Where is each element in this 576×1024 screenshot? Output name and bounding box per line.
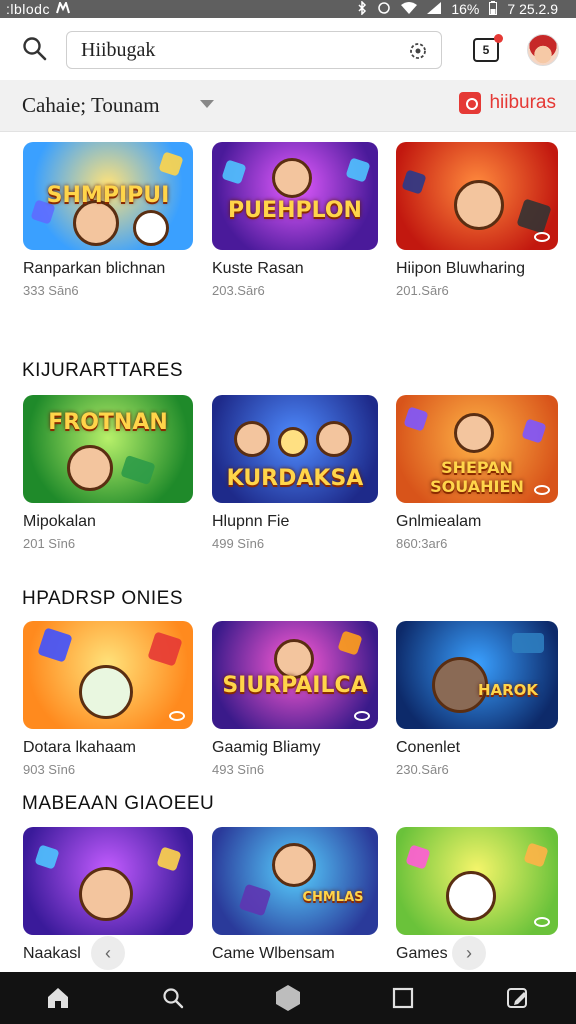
game-meta: 499 Sīn6 xyxy=(212,536,265,551)
filter-action-label: hiiburas xyxy=(489,92,556,113)
chevron-left-icon: ‹ xyxy=(105,942,111,963)
home-icon[interactable] xyxy=(38,978,78,1018)
notification-button[interactable]: 5 xyxy=(473,34,503,62)
game-meta: 903 Sīn6 xyxy=(23,762,76,777)
game-card[interactable]: SHEPAN SOUAHIEN Gnlmiealam 860:3ar6 xyxy=(396,395,558,551)
game-art-title: FROTNAN xyxy=(48,410,168,436)
game-art-title: PUEHPLON xyxy=(228,198,362,224)
game-name: Mipokalan xyxy=(23,513,96,530)
game-name: Hlupnn Fie xyxy=(212,513,290,530)
search-input[interactable]: Hiibugak xyxy=(66,31,442,69)
game-art-title: CHMLAS xyxy=(302,889,364,905)
carousel-next-button[interactable]: › xyxy=(452,936,486,970)
eye-icon xyxy=(534,485,550,495)
game-meta: 230.Sār6 xyxy=(396,762,449,777)
game-card[interactable]: CHMLAS Came Wlbensam xyxy=(212,827,378,968)
filter-bar: Cahaie; Tounam hiiburas xyxy=(0,80,576,132)
game-thumbnail[interactable]: PUEHPLON xyxy=(212,142,378,250)
carrier-icon xyxy=(56,0,70,16)
game-name: Hiipon Bluwharing xyxy=(396,260,525,277)
game-thumbnail[interactable]: FROTNAN xyxy=(23,395,193,503)
section-title: KIJURARTTARES xyxy=(22,360,183,381)
game-thumbnail[interactable]: HAROK xyxy=(396,621,558,729)
game-meta: 860:3ar6 xyxy=(396,536,448,551)
search-nav-icon[interactable] xyxy=(153,978,193,1018)
game-card[interactable]: KURDAKSA Hlupnn Fie 499 Sīn6 xyxy=(212,395,378,551)
game-art-title: KURDAKSA xyxy=(226,466,364,492)
game-thumbnail[interactable] xyxy=(23,827,193,935)
section-title: HPADRSP ONIES xyxy=(22,588,184,609)
game-card[interactable]: SHMPIPUI Ranparkan blichnan 333 Sān6 xyxy=(23,142,193,298)
game-name: Gaamig Bliamy xyxy=(212,739,321,756)
game-meta: 203.Sār6 xyxy=(212,283,265,298)
game-name: Came Wlbensam xyxy=(212,945,335,962)
game-art-title: SIURPAILCA xyxy=(222,672,368,698)
notification-dot xyxy=(494,34,503,43)
status-left-text: :lblodc xyxy=(6,1,50,17)
game-grid: SHMPIPUI Ranparkan blichnan 333 Sān6 PUE… xyxy=(0,132,576,972)
eye-icon xyxy=(534,232,550,242)
sparkle-settings-icon[interactable] xyxy=(407,40,429,62)
game-thumbnail[interactable]: SHEPAN SOUAHIEN xyxy=(396,395,558,503)
game-thumbnail[interactable]: SIURPAILCA xyxy=(212,621,378,729)
avatar[interactable] xyxy=(527,34,559,66)
chevron-down-icon[interactable] xyxy=(200,100,214,108)
game-meta: 333 Sān6 xyxy=(23,283,79,298)
search-icon[interactable] xyxy=(22,36,48,62)
battery-icon xyxy=(489,1,498,17)
game-thumbnail[interactable] xyxy=(23,621,193,729)
game-name: Dotara lkahaam xyxy=(23,739,136,756)
game-art-title: HAROK xyxy=(477,681,539,700)
game-name: Conenlet xyxy=(396,739,461,756)
filter-action-button[interactable]: hiiburas xyxy=(459,92,556,114)
filter-dropdown-label[interactable]: Cahaie; Tounam xyxy=(22,93,160,118)
chevron-right-icon: › xyxy=(466,942,472,963)
bottom-navigation xyxy=(0,972,576,1024)
square-icon[interactable] xyxy=(383,978,423,1018)
battery-percent: 16% xyxy=(451,1,480,17)
game-card[interactable]: Dotara lkahaam 903 Sīn6 xyxy=(23,621,193,777)
game-thumbnail[interactable]: KURDAKSA xyxy=(212,395,378,503)
top-app-bar: Hiibugak 5 xyxy=(0,18,576,80)
game-card[interactable]: SIURPAILCA Gaamig Bliamy 493 Sīn6 xyxy=(212,621,378,777)
game-card[interactable]: FROTNAN Mipokalan 201 Sīn6 xyxy=(23,395,193,551)
wifi-icon xyxy=(401,2,418,16)
section-title: MABEAAN GIAOEEU xyxy=(22,793,215,814)
game-art-title: SHMPIPUI xyxy=(46,183,170,209)
status-time: 7 25.2.9 xyxy=(507,1,558,17)
hexagon-icon[interactable] xyxy=(268,978,308,1018)
edit-icon[interactable] xyxy=(498,978,538,1018)
carousel-prev-button[interactable]: ‹ xyxy=(91,936,125,970)
game-card[interactable]: PUEHPLON Kuste Rasan 203.Sār6 xyxy=(212,142,378,298)
game-name: Ranparkan blichnan xyxy=(23,260,166,277)
game-card[interactable]: Hiipon Bluwharing 201.Sār6 xyxy=(396,142,558,298)
bluetooth-icon xyxy=(357,0,367,17)
game-thumbnail[interactable] xyxy=(396,827,558,935)
search-input-value: Hiibugak xyxy=(81,38,156,61)
game-name: Kuste Rasan xyxy=(212,260,304,277)
notification-count: 5 xyxy=(482,43,490,57)
game-art-title: SHEPAN SOUAHIEN xyxy=(430,457,524,496)
record-icon xyxy=(459,92,482,114)
eye-icon xyxy=(354,711,370,721)
status-bar: :lblodc 16% 7 25.2.9 xyxy=(0,0,576,18)
game-meta: 201 Sīn6 xyxy=(23,536,76,551)
eye-icon xyxy=(534,917,550,927)
signal-icon xyxy=(427,2,442,16)
game-thumbnail[interactable]: CHMLAS xyxy=(212,827,378,935)
game-thumbnail[interactable] xyxy=(396,142,558,250)
game-name: Gnlmiealam xyxy=(396,513,482,530)
alarm-icon xyxy=(377,1,391,17)
eye-icon xyxy=(169,711,185,721)
game-meta: 201.Sār6 xyxy=(396,283,449,298)
game-thumbnail[interactable]: SHMPIPUI xyxy=(23,142,193,250)
game-card[interactable]: HAROK Conenlet 230.Sār6 xyxy=(396,621,558,777)
game-meta: 493 Sīn6 xyxy=(212,762,265,777)
